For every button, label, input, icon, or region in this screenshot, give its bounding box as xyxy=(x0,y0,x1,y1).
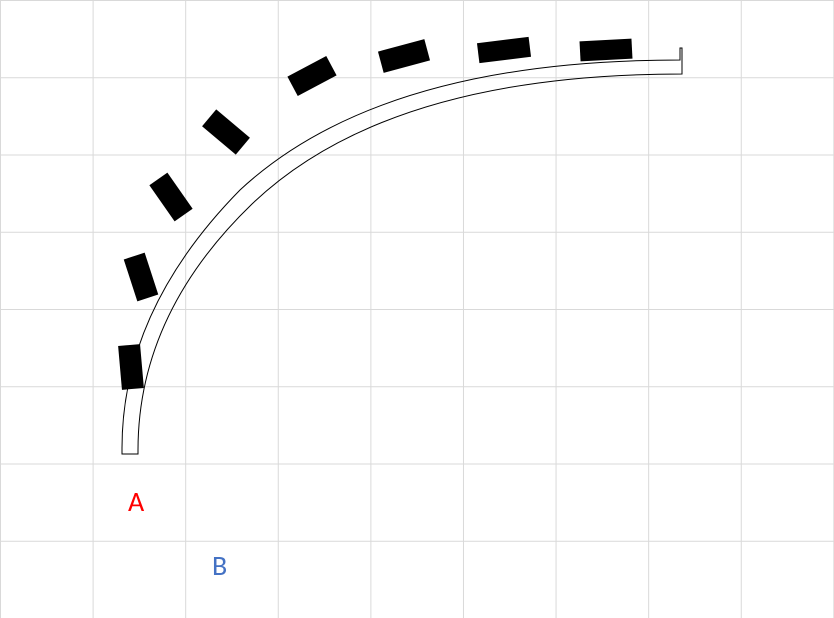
dash-4 xyxy=(202,109,250,154)
dash-6 xyxy=(378,39,430,73)
label-B: B xyxy=(212,552,227,580)
label-A: A xyxy=(128,488,144,516)
dash-2 xyxy=(124,253,159,302)
dash-segments xyxy=(118,37,632,390)
curve-outline xyxy=(122,48,682,454)
dash-7 xyxy=(477,37,531,63)
dash-3 xyxy=(149,173,192,222)
dash-8 xyxy=(580,39,633,62)
dash-5 xyxy=(287,56,336,96)
dash-1 xyxy=(118,344,144,390)
curve-shape xyxy=(0,0,834,618)
